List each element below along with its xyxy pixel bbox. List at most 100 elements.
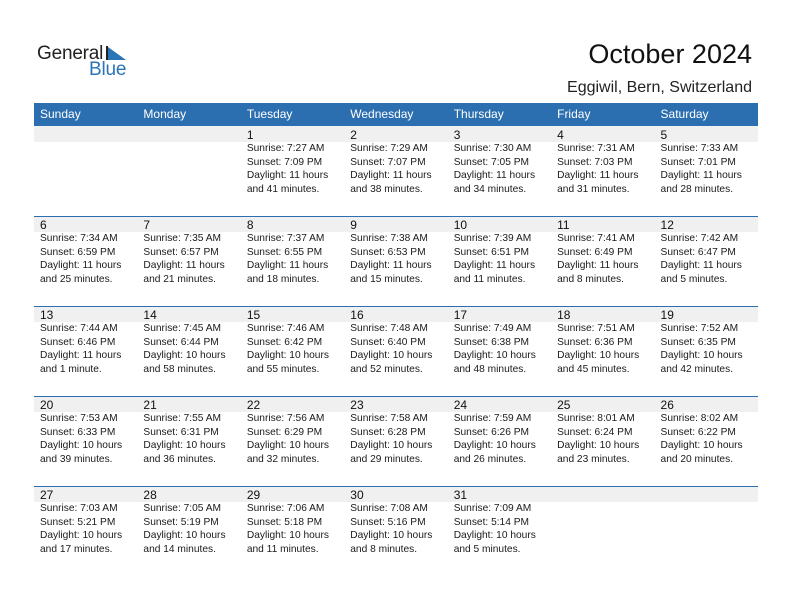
sunset-text: Sunset: 6:33 PM <box>40 426 116 438</box>
daylight-minutes-text: and 17 minutes. <box>40 543 113 555</box>
sunset-text: Sunset: 7:09 PM <box>246 156 323 168</box>
sunrise-text: Sunrise: 7:09 AM <box>453 503 532 514</box>
daylight-minutes-text: and 5 minutes. <box>660 273 728 285</box>
day-number: 1 <box>246 128 254 142</box>
sunrise-text: Sunrise: 7:49 AM <box>453 323 532 334</box>
day-number: 23 <box>350 398 364 412</box>
day-number: 19 <box>660 308 674 322</box>
sunset-text: Sunset: 6:38 PM <box>453 336 530 348</box>
daylight-minutes-text: and 23 minutes. <box>557 453 630 465</box>
sunrise-text: Sunrise: 7:46 AM <box>246 323 325 334</box>
daylight-hours-text: Daylight: 11 hours <box>40 350 122 361</box>
day-number: 3 <box>453 128 461 142</box>
day-cell: 7 Sunrise: 7:35 AM Sunset: 6:57 PM Daylight… <box>137 216 240 306</box>
daylight-minutes-text: and 28 minutes. <box>660 183 734 195</box>
daylight-hours-text: Daylight: 10 hours <box>143 530 226 541</box>
sunrise-text: Sunrise: 7:42 AM <box>660 233 739 244</box>
day-cell: 10 Sunrise: 7:39 AM Sunset: 6:51 PM Dayligh… <box>448 216 551 306</box>
daylight-hours-text: Daylight: 10 hours <box>660 350 743 361</box>
daylight-hours-text: Daylight: 10 hours <box>350 350 433 361</box>
daylight-minutes-text: and 52 minutes. <box>350 363 423 375</box>
daylight-minutes-text: and 36 minutes. <box>143 453 216 465</box>
daylight-hours-text: Daylight: 10 hours <box>557 350 640 361</box>
week-row: 6 Sunrise: 7:34 AM Sunset: 6:59 PM Daylight… <box>34 216 758 306</box>
sunset-text: Sunset: 6:59 PM <box>40 246 116 258</box>
sunrise-text: Sunrise: 7:38 AM <box>350 233 428 244</box>
sunrise-text: Sunrise: 7:51 AM <box>557 323 635 334</box>
day-cell: 8 Sunrise: 7:37 AM Sunset: 6:55 PM Daylight… <box>241 216 344 306</box>
day-number: 6 <box>40 218 47 232</box>
daylight-minutes-text: and 34 minutes. <box>453 183 527 195</box>
daylight-hours-text: Daylight: 10 hours <box>246 530 329 541</box>
day-number: 4 <box>557 128 564 142</box>
sunrise-text: Sunrise: 7:27 AM <box>246 143 325 154</box>
day-cell: 19 Sunrise: 7:52 AM Sunset: 6:35 PM Dayligh… <box>655 306 758 396</box>
day-cell: 17 Sunrise: 7:49 AM Sunset: 6:38 PM Dayligh… <box>448 306 551 396</box>
weekday-header-sunday: Sunday <box>40 107 81 121</box>
week-cells: 13 Sunrise: 7:44 AM Sunset: 6:46 PM Dayligh… <box>34 306 758 396</box>
daylight-minutes-text: and 32 minutes. <box>246 453 320 465</box>
sunset-text: Sunset: 5:14 PM <box>453 516 530 528</box>
daylight-minutes-text: and 15 minutes. <box>350 273 423 285</box>
weekday-header-saturday: Saturday <box>660 107 709 121</box>
daylight-minutes-text: and 11 minutes. <box>453 273 526 285</box>
week-cells: 6 Sunrise: 7:34 AM Sunset: 6:59 PM Daylight… <box>34 216 758 306</box>
sunrise-text: Sunrise: 7:34 AM <box>40 233 118 244</box>
sunset-text: Sunset: 6:44 PM <box>143 336 219 348</box>
day-number: 29 <box>246 488 261 502</box>
sunset-text: Sunset: 5:19 PM <box>143 516 219 528</box>
sunset-text: Sunset: 6:47 PM <box>660 246 736 258</box>
week-row: 20 Sunrise: 7:53 AM Sunset: 6:33 PM Dayligh… <box>34 396 758 486</box>
week-cells: 1 Sunrise: 7:27 AM Sunset: 7:09 PM Daylight… <box>34 126 758 216</box>
day-cell: 18 Sunrise: 7:51 AM Sunset: 6:36 PM Dayligh… <box>551 306 654 396</box>
day-number: 30 <box>350 488 364 502</box>
day-cell: 6 Sunrise: 7:34 AM Sunset: 6:59 PM Daylight… <box>34 216 137 306</box>
daylight-hours-text: Daylight: 10 hours <box>246 350 329 361</box>
empty-day-cell <box>655 486 758 576</box>
daylight-hours-text: Daylight: 11 hours <box>557 170 639 181</box>
daylight-minutes-text: and 29 minutes. <box>350 453 423 465</box>
sunrise-text: Sunrise: 7:48 AM <box>350 323 428 334</box>
weeks-container: 1 Sunrise: 7:27 AM Sunset: 7:09 PM Daylight… <box>34 126 758 576</box>
sunrise-text: Sunrise: 7:59 AM <box>453 413 532 424</box>
day-cell: 21 Sunrise: 7:55 AM Sunset: 6:31 PM Dayligh… <box>137 396 240 486</box>
weekday-header-friday: Friday <box>557 107 591 121</box>
sunset-text: Sunset: 5:18 PM <box>246 516 323 528</box>
sunset-text: Sunset: 6:24 PM <box>557 426 633 438</box>
day-cell: 20 Sunrise: 7:53 AM Sunset: 6:33 PM Dayligh… <box>34 396 137 486</box>
day-cell: 29 Sunrise: 7:06 AM Sunset: 5:18 PM Dayligh… <box>241 486 344 576</box>
daylight-hours-text: Daylight: 10 hours <box>453 350 536 361</box>
daylight-minutes-text: and 20 minutes. <box>660 453 734 465</box>
daylight-hours-text: Daylight: 11 hours <box>453 170 536 181</box>
sunset-text: Sunset: 6:28 PM <box>350 426 426 438</box>
sunrise-text: Sunrise: 7:03 AM <box>40 503 118 514</box>
empty-day-cell <box>551 486 654 576</box>
daylight-hours-text: Daylight: 11 hours <box>40 260 122 271</box>
sunset-text: Sunset: 6:26 PM <box>453 426 530 438</box>
week-cells: 20 Sunrise: 7:53 AM Sunset: 6:33 PM Dayligh… <box>34 396 758 486</box>
daylight-minutes-text: and 48 minutes. <box>453 363 527 375</box>
daylight-hours-text: Daylight: 11 hours <box>453 260 536 271</box>
day-cell: 4 Sunrise: 7:31 AM Sunset: 7:03 PM Daylight… <box>551 126 654 216</box>
daylight-hours-text: Daylight: 10 hours <box>143 350 226 361</box>
day-number: 31 <box>453 488 468 502</box>
daylight-hours-text: Daylight: 10 hours <box>40 530 123 541</box>
daylight-minutes-text: and 5 minutes. <box>453 543 521 555</box>
sunset-text: Sunset: 7:05 PM <box>453 156 530 168</box>
daylight-hours-text: Daylight: 11 hours <box>246 170 329 181</box>
day-cell: 11 Sunrise: 7:41 AM Sunset: 6:49 PM Dayligh… <box>551 216 654 306</box>
day-cell: 5 Sunrise: 7:33 AM Sunset: 7:01 PM Daylight… <box>655 126 758 216</box>
day-cell: 1 Sunrise: 7:27 AM Sunset: 7:09 PM Daylight… <box>241 126 344 216</box>
daylight-minutes-text: and 55 minutes. <box>246 363 320 375</box>
sunrise-text: Sunrise: 8:02 AM <box>660 413 739 424</box>
day-cell: 14 Sunrise: 7:45 AM Sunset: 6:44 PM Dayligh… <box>137 306 240 396</box>
daylight-hours-text: Daylight: 11 hours <box>660 170 742 181</box>
day-number: 13 <box>40 308 54 322</box>
daylight-hours-text: Daylight: 11 hours <box>350 260 432 271</box>
day-cell: 28 Sunrise: 7:05 AM Sunset: 5:19 PM Dayligh… <box>137 486 240 576</box>
daylight-minutes-text: and 26 minutes. <box>453 453 527 465</box>
page-title: October 2024 <box>588 39 752 69</box>
day-number: 24 <box>453 398 468 412</box>
sunrise-text: Sunrise: 7:41 AM <box>557 233 635 244</box>
day-number: 15 <box>246 308 261 322</box>
